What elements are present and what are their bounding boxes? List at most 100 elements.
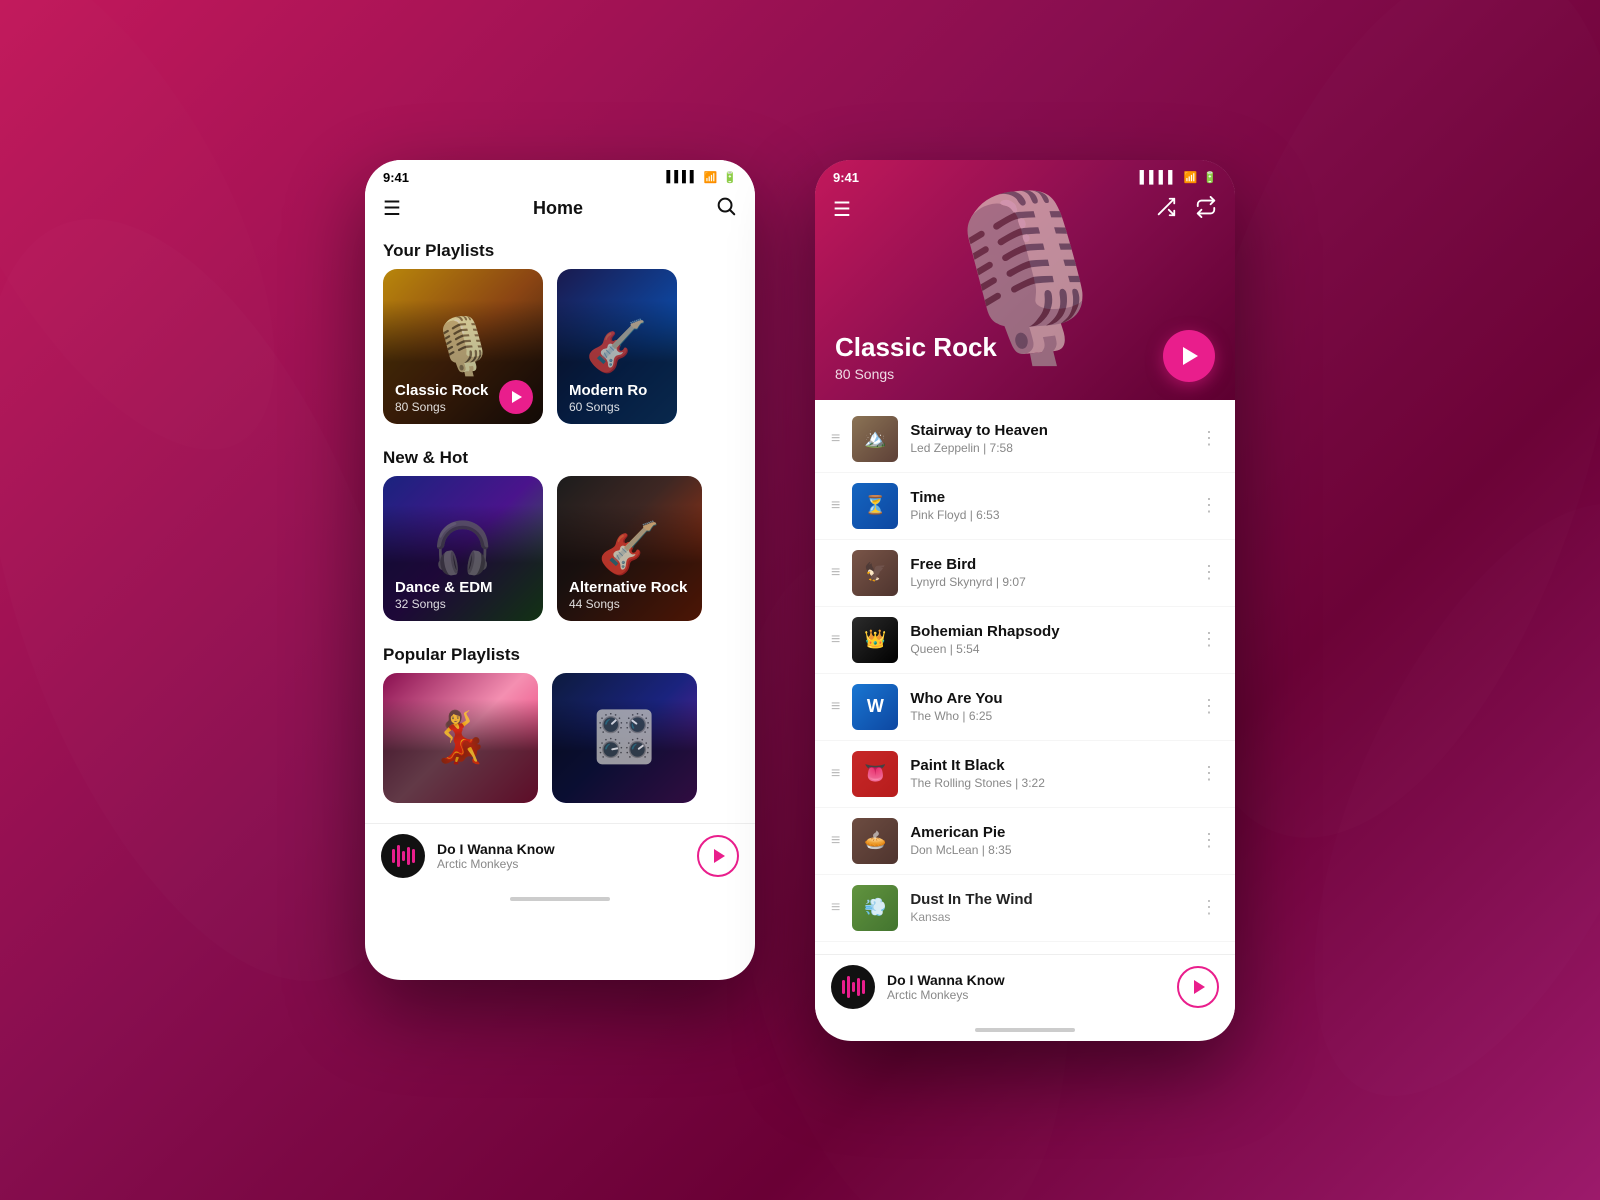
play-triangle — [512, 391, 522, 403]
song-meta-american: Don McLean | 8:35 — [910, 843, 1188, 857]
thumb-who: W — [852, 684, 898, 730]
song-item-who[interactable]: ≡ W Who Are You The Who | 6:25 ⋮ — [815, 674, 1235, 741]
np-artist-2: Arctic Monkeys — [887, 988, 1177, 1002]
popular-row: 💃 🎛️ — [365, 673, 755, 817]
status-icons-2: ▌▌▌▌ 📶 🔋 — [1140, 170, 1217, 184]
song-info-freebird: Free Bird Lynyrd Skynyrd | 9:07 — [910, 556, 1188, 589]
home-indicator-1 — [365, 888, 755, 910]
np-play-btn-1[interactable] — [697, 835, 739, 877]
song-info-paint: Paint It Black The Rolling Stones | 3:22 — [910, 757, 1188, 790]
play-all-btn[interactable] — [1163, 330, 1215, 382]
card-pop1[interactable]: 💃 — [383, 673, 538, 803]
shuffle-icon[interactable] — [1155, 196, 1177, 223]
wifi-icon-2: 📶 — [1184, 171, 1198, 184]
drag-handle-8: ≡ — [831, 899, 840, 917]
card-alt-count: 44 Songs — [569, 597, 687, 611]
playlist-header: 🎙️ 9:41 ▌▌▌▌ 📶 🔋 ☰ — [815, 160, 1235, 400]
home-bar-1 — [510, 897, 610, 901]
song-title-dust: Dust In The Wind — [910, 891, 1188, 908]
np-info-1: Do I Wanna Know Arctic Monkeys — [437, 841, 697, 871]
your-playlists-row: 🎙️ Classic Rock 80 Songs 🎸 Modern Ro 60 … — [365, 269, 755, 438]
card-modern-rock[interactable]: 🎸 Modern Ro 60 Songs — [557, 269, 677, 424]
playlist-name: Classic Rock — [835, 333, 1155, 362]
play-classic-btn[interactable] — [499, 380, 533, 414]
song-item-dust[interactable]: ≡ 💨 Dust In The Wind Kansas ⋮ — [815, 875, 1235, 942]
song-title-freebird: Free Bird — [910, 556, 1188, 573]
status-icons-1: ▌▌▌▌ 📶 🔋 — [666, 171, 737, 184]
song-item-freebird[interactable]: ≡ 🦅 Free Bird Lynyrd Skynyrd | 9:07 ⋮ — [815, 540, 1235, 607]
song-more-time[interactable]: ⋮ — [1200, 495, 1219, 516]
menu-icon-1[interactable]: ☰ — [383, 196, 401, 221]
drag-handle-7: ≡ — [831, 832, 840, 850]
song-item-paint[interactable]: ≡ 👅 Paint It Black The Rolling Stones | … — [815, 741, 1235, 808]
repeat-icon[interactable] — [1195, 196, 1217, 223]
song-meta-who: The Who | 6:25 — [910, 709, 1188, 723]
phone-playlist: 🎙️ 9:41 ▌▌▌▌ 📶 🔋 ☰ — [815, 160, 1235, 1041]
card-info-modern: Modern Ro 60 Songs — [569, 382, 647, 414]
song-more-dust[interactable]: ⋮ — [1200, 897, 1219, 918]
thumb-dust: 💨 — [852, 885, 898, 931]
home-bar-2 — [975, 1028, 1075, 1032]
status-bar-1: 9:41 ▌▌▌▌ 📶 🔋 — [365, 160, 755, 189]
popular-playlists-title: Popular Playlists — [365, 635, 755, 673]
song-list: ≡ 🏔️ Stairway to Heaven Led Zeppelin | 7… — [815, 400, 1235, 948]
card-classic-name: Classic Rock — [395, 382, 488, 400]
drag-handle-4: ≡ — [831, 631, 840, 649]
nav-actions-2 — [1155, 196, 1217, 223]
nav-bar-1: ☰ Home — [365, 189, 755, 231]
song-item-bohemian[interactable]: ≡ 👑 Bohemian Rhapsody Queen | 5:54 ⋮ — [815, 607, 1235, 674]
np-play-btn-2[interactable] — [1177, 966, 1219, 1008]
playlist-song-count: 80 Songs — [835, 366, 1155, 382]
song-more-paint[interactable]: ⋮ — [1200, 763, 1219, 784]
song-meta-dust: Kansas — [910, 910, 1188, 924]
card-info-alt: Alternative Rock 44 Songs — [569, 579, 687, 611]
menu-icon-2[interactable]: ☰ — [833, 197, 851, 222]
wifi-icon: 📶 — [704, 171, 718, 184]
card-info-dance: Dance & EDM 32 Songs — [395, 579, 493, 611]
song-title-paint: Paint It Black — [910, 757, 1188, 774]
waveform-icon — [392, 845, 415, 867]
song-info-american: American Pie Don McLean | 8:35 — [910, 824, 1188, 857]
song-more-freebird[interactable]: ⋮ — [1200, 562, 1219, 583]
card-dance-name: Dance & EDM — [395, 579, 493, 597]
np-artist-1: Arctic Monkeys — [437, 857, 697, 871]
song-item-american[interactable]: ≡ 🥧 American Pie Don McLean | 8:35 ⋮ — [815, 808, 1235, 875]
thumb-freebird: 🦅 — [852, 550, 898, 596]
card-info-classic: Classic Rock 80 Songs — [395, 382, 488, 414]
song-more-bohemian[interactable]: ⋮ — [1200, 629, 1219, 650]
now-playing-bar-2[interactable]: Do I Wanna Know Arctic Monkeys — [815, 954, 1235, 1019]
now-playing-bar-1[interactable]: Do I Wanna Know Arctic Monkeys — [365, 823, 755, 888]
new-hot-row: 🎧 Dance & EDM 32 Songs 🎸 Alternative Roc… — [365, 476, 755, 635]
play-all-triangle — [1183, 347, 1198, 365]
drag-handle-1: ≡ — [831, 430, 840, 448]
song-more-stairway[interactable]: ⋮ — [1200, 428, 1219, 449]
pop1-art: 💃 — [383, 673, 538, 803]
np-play-triangle — [714, 849, 725, 863]
new-hot-title: New & Hot — [365, 438, 755, 476]
signal-icon: ▌▌▌▌ — [666, 171, 697, 183]
battery-icon-2: 🔋 — [1203, 171, 1217, 184]
song-title-american: American Pie — [910, 824, 1188, 841]
card-modern-count: 60 Songs — [569, 400, 647, 414]
thumb-stairway: 🏔️ — [852, 416, 898, 462]
home-title: Home — [533, 198, 583, 219]
phone-home: 9:41 ▌▌▌▌ 📶 🔋 ☰ Home Your Playlists 🎙 — [365, 160, 755, 980]
song-item-time[interactable]: ≡ ⏳ Time Pink Floyd | 6:53 ⋮ — [815, 473, 1235, 540]
search-icon-1[interactable] — [715, 195, 737, 223]
song-title-time: Time — [910, 489, 1188, 506]
drag-handle-6: ≡ — [831, 765, 840, 783]
card-alt-rock[interactable]: 🎸 Alternative Rock 44 Songs — [557, 476, 702, 621]
song-item-stairway[interactable]: ≡ 🏔️ Stairway to Heaven Led Zeppelin | 7… — [815, 406, 1235, 473]
song-meta-stairway: Led Zeppelin | 7:58 — [910, 441, 1188, 455]
card-classic-rock[interactable]: 🎙️ Classic Rock 80 Songs — [383, 269, 543, 424]
battery-icon: 🔋 — [723, 171, 737, 184]
thumb-paint: 👅 — [852, 751, 898, 797]
your-playlists-title: Your Playlists — [365, 231, 755, 269]
card-dance-edm[interactable]: 🎧 Dance & EDM 32 Songs — [383, 476, 543, 621]
np-title-1: Do I Wanna Know — [437, 841, 697, 857]
pop2-art: 🎛️ — [552, 673, 697, 803]
song-more-who[interactable]: ⋮ — [1200, 696, 1219, 717]
song-info-time: Time Pink Floyd | 6:53 — [910, 489, 1188, 522]
card-pop2[interactable]: 🎛️ — [552, 673, 697, 803]
song-more-american[interactable]: ⋮ — [1200, 830, 1219, 851]
